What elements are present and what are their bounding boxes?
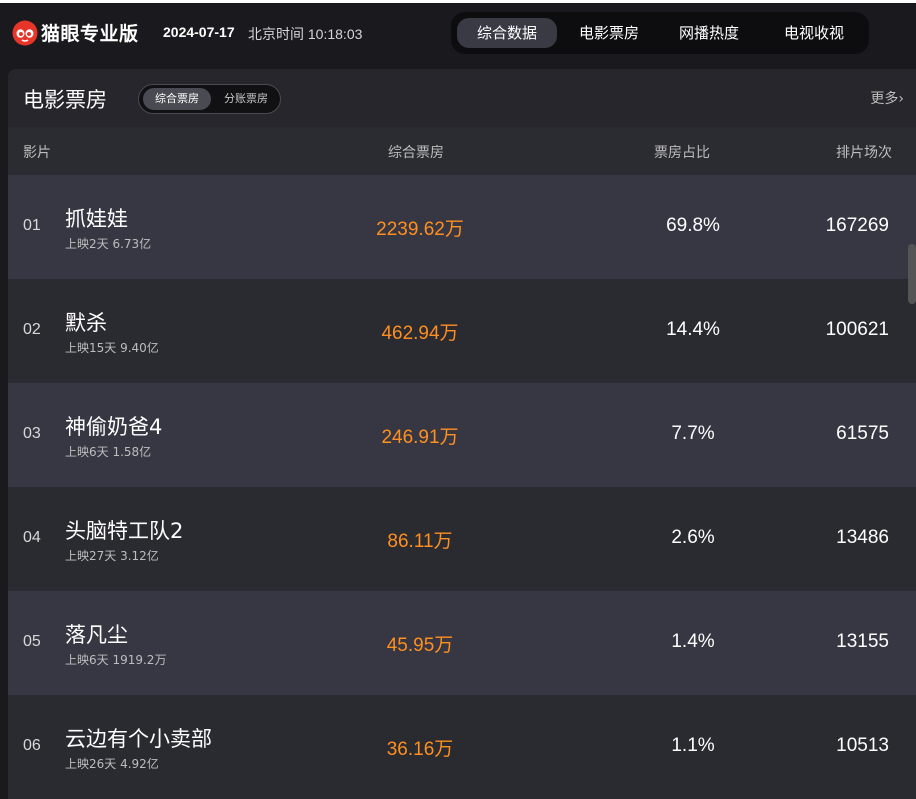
logo[interactable]: 猫眼专业版 [12,19,139,46]
row-rank: 05 [23,633,41,650]
chevron-right-icon: › [898,91,904,107]
row-rank: 04 [23,529,41,546]
row-share: 7.7% [671,423,715,444]
film-name: 头脑特工队2 [65,519,184,543]
row-boxoffice: 246.91万 [381,427,459,448]
top-bar: 猫眼专业版 2024-07-17 北京时间 10:18:03 综合数据 电影票房… [0,0,916,62]
table-row[interactable]: 03 神偷奶爸4 上映6天 1.58亿 246.91万 7.7% 61575 [8,383,916,487]
row-shows: 13155 [836,631,889,652]
maoyan-cat-icon [12,20,38,45]
row-shows: 167269 [825,215,889,236]
table-row[interactable]: 05 落凡尘 上映6天 1919.2万 45.95万 1.4% 13155 [8,591,916,695]
film-meta: 上映2天 6.73亿 [65,237,152,251]
row-boxoffice: 462.94万 [381,323,459,344]
row-rank: 06 [23,737,41,754]
table-row[interactable]: 01 抓娃娃 上映2天 6.73亿 2239.62万 69.8% 167269 [8,175,916,279]
row-share: 1.1% [671,735,715,756]
row-boxoffice: 36.16万 [386,739,454,760]
table-row[interactable]: 02 默杀 上映15天 9.40亿 462.94万 14.4% 100621 [8,279,916,383]
row-shows: 61575 [836,423,889,444]
film-meta: 上映6天 1919.2万 [65,653,167,667]
row-boxoffice: 45.95万 [386,635,454,656]
toggle-split-boxoffice[interactable]: 分账票房 [215,88,277,110]
row-shows: 13486 [836,527,889,548]
tab-overview[interactable]: 综合数据 [457,18,557,48]
column-header-film: 影片 [23,145,51,161]
toggle-combined-boxoffice[interactable]: 综合票房 [143,88,211,110]
more-label: 更多 [870,91,899,107]
row-share: 14.4% [666,319,720,340]
more-link[interactable]: 更多› [870,88,904,108]
boxoffice-type-toggle: 综合票房 分账票房 [138,84,281,114]
row-shows: 10513 [836,735,889,756]
scrollbar[interactable] [908,244,916,304]
boxoffice-panel: 电影票房 综合票房 分账票房 更多› 影片 综合票房 票房占比 排片场次 01 … [8,69,916,799]
film-meta: 上映26天 4.92亿 [65,757,159,771]
film-meta: 上映6天 1.58亿 [65,445,152,459]
main-nav: 综合数据 电影票房 网播热度 电视收视 [451,12,869,54]
column-header-boxoffice: 综合票房 [388,145,444,161]
column-header-shows: 排片场次 [836,145,892,161]
tab-web-heat[interactable]: 网播热度 [667,18,751,48]
column-header-share: 票房占比 [654,145,710,161]
table-body: 01 抓娃娃 上映2天 6.73亿 2239.62万 69.8% 167269 … [8,175,916,799]
row-rank: 01 [23,217,41,234]
row-boxoffice: 2239.62万 [376,219,464,240]
current-date: 2024-07-17 [163,24,235,40]
panel-header: 电影票房 综合票房 分账票房 更多› [8,69,916,127]
brand-name: 猫眼专业版 [41,23,139,45]
film-name: 云边有个小卖部 [65,727,212,751]
row-shows: 100621 [825,319,889,340]
table-header: 影片 综合票房 票房占比 排片场次 [8,127,916,175]
film-name: 落凡尘 [65,623,128,647]
row-rank: 02 [23,321,41,338]
film-name: 抓娃娃 [65,207,128,231]
row-share: 1.4% [671,631,715,652]
panel-title: 电影票房 [23,88,107,112]
tab-movie-boxoffice[interactable]: 电影票房 [567,18,651,48]
beijing-time: 北京时间 10:18:03 [248,26,363,42]
row-boxoffice: 86.11万 [387,531,453,552]
film-meta: 上映27天 3.12亿 [65,549,159,563]
film-name: 默杀 [65,311,107,335]
table-row[interactable]: 04 头脑特工队2 上映27天 3.12亿 86.11万 2.6% 13486 [8,487,916,591]
table-row[interactable]: 06 云边有个小卖部 上映26天 4.92亿 36.16万 1.1% 10513 [8,695,916,799]
row-rank: 03 [23,425,41,442]
tab-tv-ratings[interactable]: 电视收视 [769,18,859,48]
film-meta: 上映15天 9.40亿 [65,341,159,355]
top-divider [0,0,916,3]
row-share: 69.8% [666,215,720,236]
film-name: 神偷奶爸4 [65,415,163,439]
row-share: 2.6% [671,527,715,548]
